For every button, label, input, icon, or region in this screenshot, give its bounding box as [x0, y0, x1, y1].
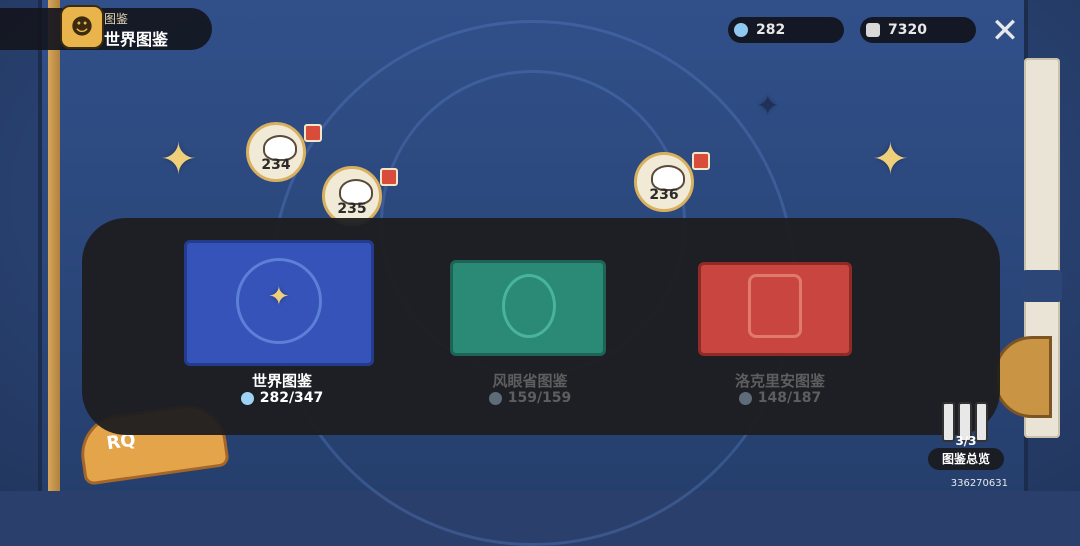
album-emblem [748, 274, 802, 338]
gift-icon[interactable] [380, 168, 398, 186]
star-currency-icon [734, 23, 748, 37]
album-emblem [502, 274, 556, 338]
gift-icon[interactable] [304, 124, 322, 142]
album-overview-button[interactable]: 3/3 图鉴总览 [924, 398, 1008, 474]
album-card-windeye[interactable] [450, 260, 610, 358]
album-card-locklian[interactable] [698, 262, 858, 358]
book-spine [48, 0, 60, 491]
section-label: 图鉴 [104, 12, 129, 26]
star-currency-value: 282 [756, 22, 786, 38]
ticket-currency-value: 7320 [888, 22, 927, 38]
star-currency-icon [738, 391, 752, 405]
album-count-value: 148/187 [757, 390, 822, 406]
ticket-currency-display: 7320 [860, 17, 976, 43]
album-label-windeye: 风眼省图鉴 [492, 372, 568, 390]
album-label-world: 世界图鉴 [251, 372, 312, 390]
gift-icon[interactable] [692, 152, 710, 170]
creature-number: 236 [649, 187, 679, 203]
creature-token[interactable]: 234 [246, 122, 306, 182]
creature-token[interactable]: 236 [634, 152, 694, 212]
album-card-world[interactable]: ✦ [184, 240, 384, 370]
album-count-locklian: 148/187 [670, 390, 890, 406]
star-currency-icon [488, 391, 502, 405]
overview-count: 3/3 [955, 434, 977, 448]
creature-token[interactable]: 235 [322, 166, 382, 226]
overview-label: 图鉴总览 [928, 448, 1004, 470]
user-id: 336270631 [950, 478, 1008, 489]
star-decoration-icon: ✦ [160, 134, 197, 185]
close-button[interactable]: ✕ [988, 14, 1022, 48]
star-decoration-icon: ✦ [268, 282, 290, 312]
star-decoration-icon: ✦ [756, 89, 780, 122]
star-decoration-icon: ✦ [872, 134, 909, 185]
album-count-value: 159/159 [507, 390, 572, 406]
album-icon: ☻ [60, 5, 104, 49]
ticket-currency-icon [866, 23, 880, 37]
album-label-locklian: 洛克里安图鉴 [734, 372, 825, 390]
album-count-windeye: 159/159 [420, 390, 640, 406]
star-currency-icon [240, 391, 254, 405]
page-title: 世界图鉴 [104, 30, 169, 49]
star-currency-display: 282 [728, 17, 844, 43]
creature-number: 235 [337, 201, 367, 217]
album-count-value: 282/347 [259, 390, 324, 406]
creature-number: 234 [261, 157, 291, 173]
album-count-world: 282/347 [172, 390, 392, 406]
book-strap [1022, 270, 1062, 302]
